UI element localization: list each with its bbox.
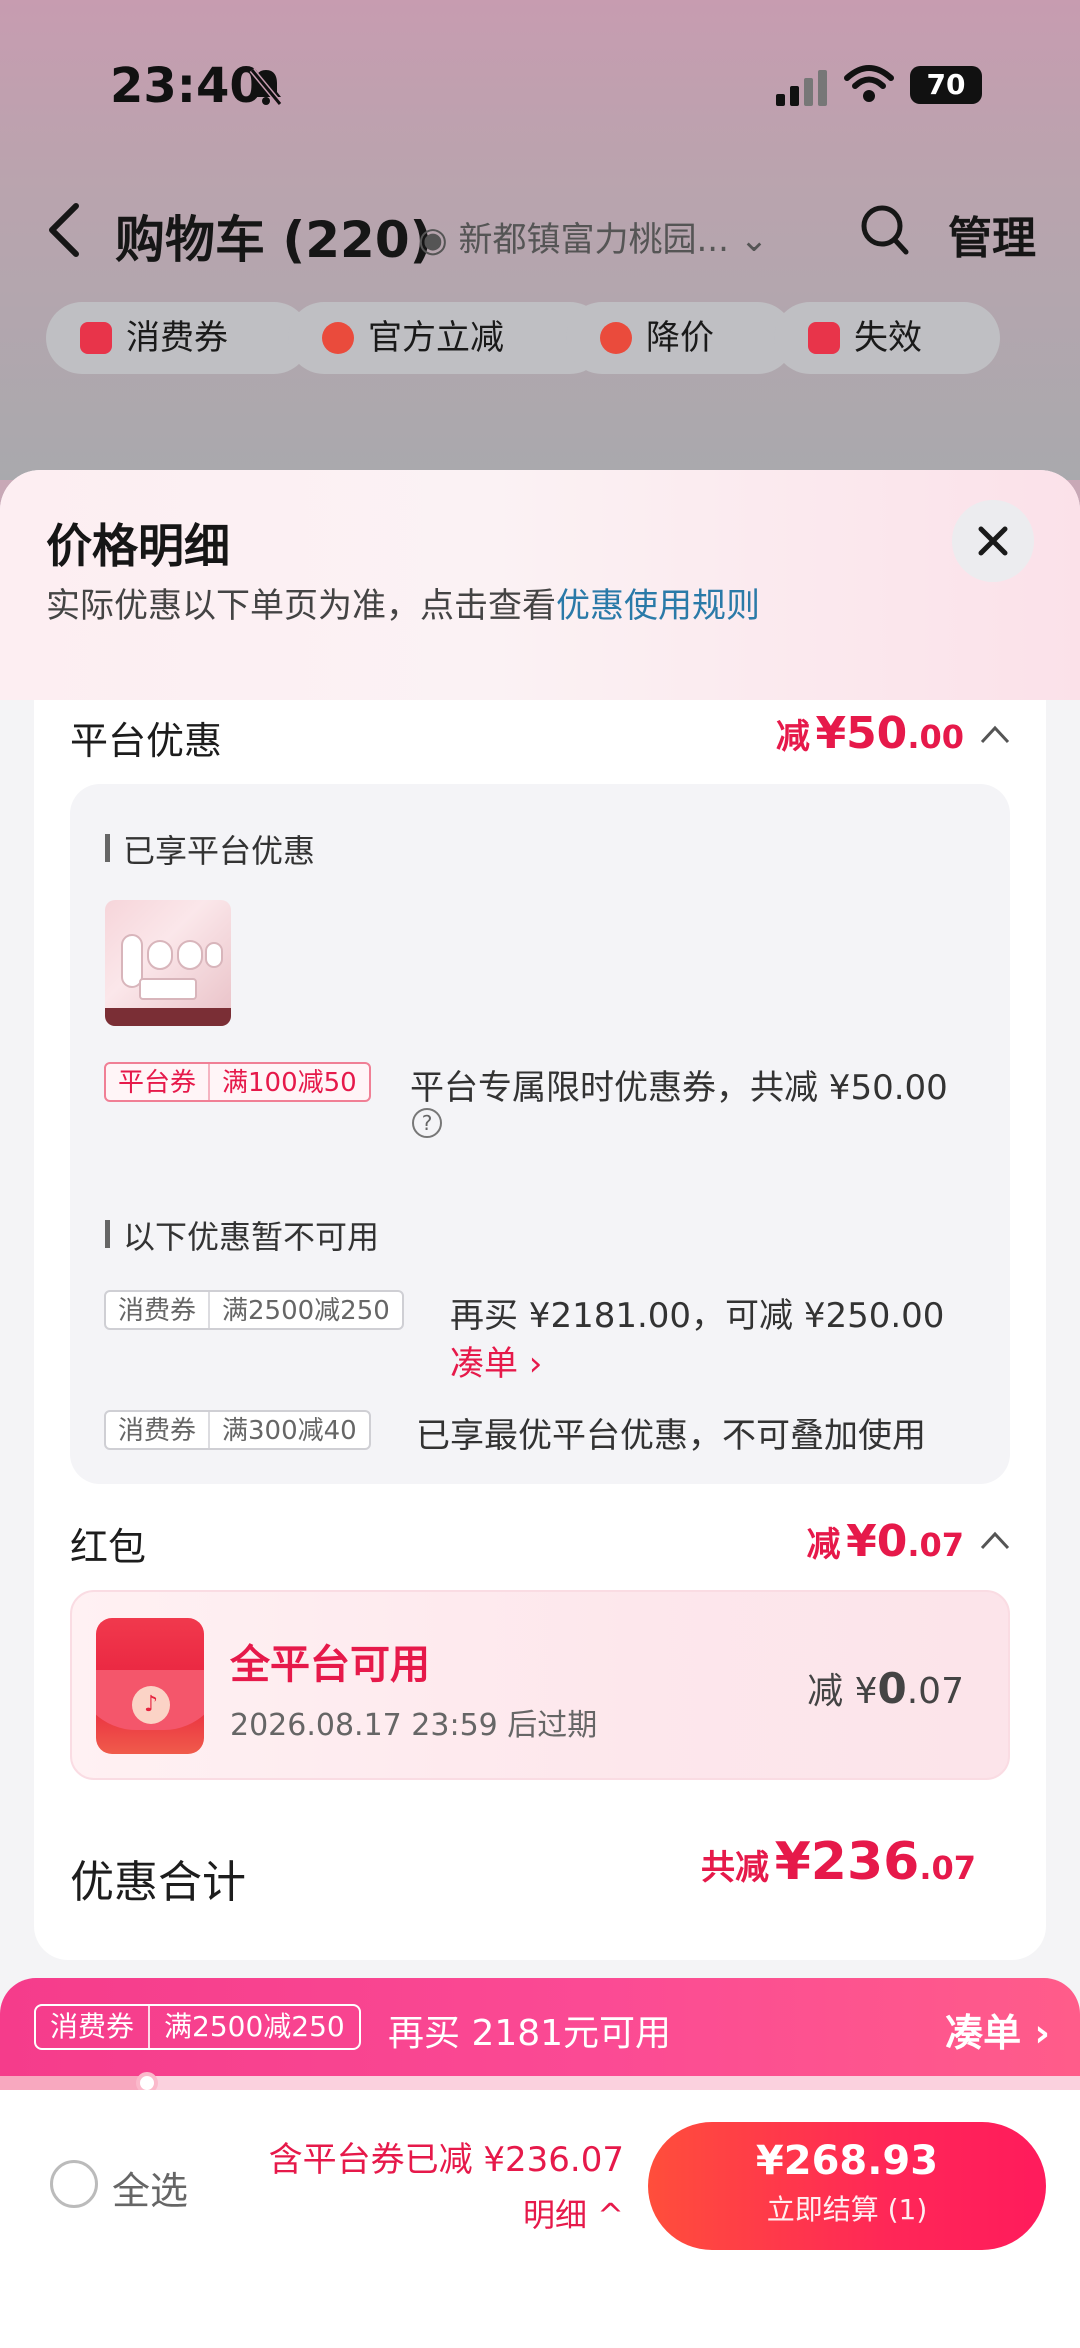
amount-int: ¥236 [774, 1832, 920, 1892]
progress-fill [0, 2076, 147, 2090]
redpacket-card[interactable]: ♪ 全平台可用 2026.08.17 23:59 后过期 减 ¥0.07 [70, 1590, 1010, 1780]
amount-int: ¥0 [846, 1516, 908, 1567]
amount-prefix: 共减 [701, 1848, 769, 1888]
promo-coupon-tag: 消费券 满2500减250 [34, 2004, 361, 2050]
tag-type: 消费券 [50, 2010, 135, 2043]
chip-label: 官方立减 [368, 318, 504, 358]
amount-prefix: 减 [806, 1525, 841, 1565]
coupon-tag-300: 消费券 满300减40 [104, 1410, 371, 1450]
amount-prefix: 减 [775, 717, 810, 757]
red-envelope-icon: ♪ [96, 1618, 204, 1754]
back-icon[interactable] [42, 202, 86, 258]
chip-official-discount[interactable]: 官方立减 [288, 302, 606, 374]
tag-rule: 满2500减250 [208, 1292, 402, 1328]
chip-label: 消费券 [126, 318, 228, 358]
redpacket-amount: 减 ¥0.07 [807, 1516, 965, 1567]
promo-combine-link[interactable]: 凑单 › [945, 2002, 1050, 2057]
coupon-promo-banner[interactable]: 消费券 满2500减250 再买 2181元可用 凑单 › [0, 1978, 1080, 2088]
battery-indicator: 70 [910, 66, 982, 104]
collapse-chevron-icon[interactable] [980, 724, 1010, 744]
subtitle-text: 实际优惠以下单页为准，点击查看 [46, 586, 556, 626]
select-all-radio[interactable] [50, 2160, 98, 2208]
wifi-icon [844, 65, 894, 102]
amount-dec: .07 [907, 1526, 964, 1564]
tag-type: 消费券 [118, 1296, 197, 1326]
amount-dec: .07 [906, 1671, 964, 1712]
tag-rule: 满2500减250 [148, 2006, 359, 2048]
checkout-bar: 全选 含平台券已减 ¥236.07 明细 ^ ¥268.93 立即结算 (1) [0, 2090, 1080, 2348]
product-thumbnail[interactable] [105, 900, 231, 1026]
discount-rules-link[interactable]: 优惠使用规则 [556, 586, 760, 626]
coupon-icon [80, 322, 112, 354]
total-discount-amount: 共减 ¥236.07 [701, 1832, 976, 1892]
chip-price-drop[interactable]: 降价 [566, 302, 794, 374]
platform-discount-panel: 已享平台优惠 平台券 满100减50 平台专属限时优惠券，共减 ¥50.00 ? … [70, 784, 1010, 1484]
tag-type: 消费券 [118, 1416, 197, 1446]
detail-toggle[interactable]: 明细 ^ [523, 2190, 624, 2236]
help-icon[interactable]: ? [412, 1108, 442, 1138]
checkout-label: 立即结算 (1) [766, 2193, 928, 2226]
select-all-label[interactable]: 全选 [112, 2160, 188, 2215]
promo-text: 再买 2181元可用 [388, 2013, 672, 2054]
sheet-subtitle: 实际优惠以下单页为准，点击查看优惠使用规则 [46, 578, 760, 627]
redpacket-card-title: 全平台可用 [230, 1642, 430, 1688]
location-text: 新都镇富力桃园... [458, 220, 729, 260]
coupon-300-desc: 已享最优平台优惠，不可叠加使用 [416, 1416, 926, 1456]
coupon-2500-desc: 再买 ¥2181.00，可减 ¥250.00 [450, 1296, 945, 1336]
chip-coupon[interactable]: 消费券 [46, 302, 310, 374]
tag-type: 平台券 [118, 1068, 197, 1098]
chip-label: 降价 [646, 318, 714, 358]
checkout-button[interactable]: ¥268.93 立即结算 (1) [648, 2122, 1046, 2250]
amount-dec: .00 [907, 718, 964, 756]
redpacket-card-amount: 减 ¥0.07 [807, 1662, 964, 1714]
platform-coupon-tag: 平台券 满100减50 [104, 1062, 371, 1102]
combine-order-link[interactable]: 凑单 › [450, 1336, 542, 1385]
tag-rule: 满300减40 [208, 1412, 369, 1448]
redpacket-expiry: 2026.08.17 23:59 后过期 [230, 1708, 598, 1743]
coupon-tag-2500: 消费券 满2500减250 [104, 1290, 404, 1330]
silent-bell-icon [249, 68, 283, 106]
amount-prefix: 减 ¥ [807, 1671, 878, 1712]
platform-discount-amount: 减 ¥50.00 [776, 708, 964, 759]
chip-invalid[interactable]: 失效 [774, 302, 1000, 374]
bag-icon [808, 322, 840, 354]
page-title: 购物车 (220) [115, 211, 433, 269]
status-bar: 23:40 70 [0, 0, 1080, 170]
amount-dec: .07 [919, 1849, 976, 1887]
promo-progress-bar [0, 2072, 1080, 2094]
platform-discount-title: 平台优惠 [70, 719, 223, 763]
manage-button[interactable]: 管理 [948, 202, 1036, 266]
price-drop-icon [600, 322, 632, 354]
search-icon[interactable] [860, 202, 910, 258]
amount-int: ¥50 [815, 708, 908, 759]
close-icon[interactable] [952, 500, 1034, 582]
amount-int: 0 [877, 1664, 907, 1713]
location-selector[interactable]: ◉ 新都镇富力桃园... ⌄ [418, 212, 768, 261]
checkout-price: ¥268.93 [755, 2138, 939, 2184]
tag-rule: 满100减50 [208, 1064, 369, 1100]
cart-header: 购物车 (220) ◉ 新都镇富力桃园... ⌄ 管理 [0, 180, 1080, 280]
chip-label: 失效 [854, 318, 922, 358]
sheet-header: 价格明细 实际优惠以下单页为准，点击查看优惠使用规则 [0, 470, 1080, 700]
total-discount-label: 优惠合计 [70, 1857, 246, 1908]
clock: 23:40 [110, 58, 263, 114]
enjoyed-heading: 已享平台优惠 [105, 826, 315, 872]
sheet-title: 价格明细 [46, 519, 230, 573]
unavailable-heading: 以下优惠暂不可用 [105, 1212, 379, 1258]
redpacket-title: 红包 [70, 1525, 147, 1569]
discount-card: 平台优惠 减 ¥50.00 已享平台优惠 平台券 满100减50 平台专属限时优惠… [34, 700, 1046, 1960]
lightning-icon [322, 322, 354, 354]
collapse-chevron-icon[interactable] [980, 1530, 1010, 1550]
saved-amount: 含平台券已减 ¥236.07 [268, 2140, 624, 2180]
platform-coupon-desc: 平台专属限时优惠券，共减 ¥50.00 [410, 1068, 948, 1108]
cellular-signal-icon [776, 70, 827, 106]
